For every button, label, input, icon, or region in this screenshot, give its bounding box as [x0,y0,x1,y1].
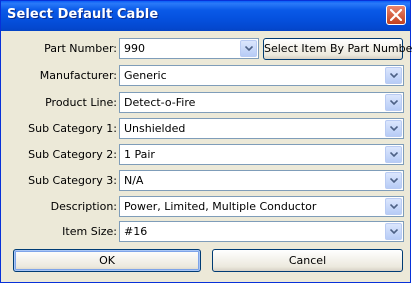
chevron-down-icon [390,152,398,157]
field-description: Description: Power, Limited, Multiple Co… [4,196,407,218]
item-size-label: Item Size: [62,225,117,238]
field-sub-category-3: Sub Category 3: N/A [4,170,407,192]
product-line-value: Detect-o-Fire [124,96,196,109]
field-manufacturer: Manufacturer: Generic [4,65,407,87]
part-number-value: 990 [124,42,145,55]
description-combo[interactable]: Power, Limited, Multiple Conductor [119,196,404,217]
dialog-window: Select Default Cable Part Number: 990 Se… [0,0,413,283]
close-button[interactable] [386,5,406,25]
sub-category-3-value: N/A [124,174,144,187]
manufacturer-dropdown-button[interactable] [385,67,402,84]
sub-category-1-dropdown-button[interactable] [385,120,402,137]
close-icon [390,9,402,21]
sub-category-2-dropdown-button[interactable] [385,146,402,163]
select-item-by-part-number-button[interactable]: Select Item By Part Number [263,38,413,60]
manufacturer-label: Manufacturer: [39,69,117,82]
sub-category-3-combo[interactable]: N/A [119,170,404,191]
chevron-down-icon [390,73,398,78]
part-number-dropdown-button[interactable] [240,40,257,57]
manufacturer-combo[interactable]: Generic [119,65,404,86]
chevron-down-icon [390,126,398,131]
field-item-size: Item Size: #16 [4,221,407,243]
item-size-value: #16 [124,225,148,238]
cancel-button[interactable]: Cancel [212,249,403,272]
sub-category-2-value: 1 Pair [124,148,155,161]
chevron-down-icon [390,204,398,209]
sub-category-1-combo[interactable]: Unshielded [119,118,404,139]
field-sub-category-2: Sub Category 2: 1 Pair [4,144,407,166]
item-size-dropdown-button[interactable] [385,223,402,240]
dialog-title: Select Default Cable [7,7,159,22]
part-number-label: Part Number: [44,42,117,55]
field-part-number: Part Number: 990 Select Item By Part Num… [4,38,413,60]
chevron-down-icon [245,46,253,51]
field-sub-category-1: Sub Category 1: Unshielded [4,118,407,140]
sub-category-2-combo[interactable]: 1 Pair [119,144,404,165]
sub-category-3-label: Sub Category 3: [28,174,117,187]
sub-category-1-value: Unshielded [124,122,186,135]
description-label: Description: [50,200,117,213]
dialog-content: Part Number: 990 Select Item By Part Num… [4,31,413,281]
manufacturer-value: Generic [124,69,167,82]
field-product-line: Product Line: Detect-o-Fire [4,92,407,114]
title-bar[interactable]: Select Default Cable [1,1,410,31]
chevron-down-icon [390,229,398,234]
sub-category-3-dropdown-button[interactable] [385,172,402,189]
sub-category-2-label: Sub Category 2: [28,148,117,161]
description-value: Power, Limited, Multiple Conductor [124,200,317,213]
part-number-combo[interactable]: 990 [119,38,259,59]
product-line-label: Product Line: [45,96,117,109]
ok-button[interactable]: OK [13,249,201,272]
chevron-down-icon [390,178,398,183]
chevron-down-icon [390,100,398,105]
product-line-combo[interactable]: Detect-o-Fire [119,92,404,113]
description-dropdown-button[interactable] [385,198,402,215]
product-line-dropdown-button[interactable] [385,94,402,111]
item-size-combo[interactable]: #16 [119,221,404,242]
sub-category-1-label: Sub Category 1: [28,122,117,135]
